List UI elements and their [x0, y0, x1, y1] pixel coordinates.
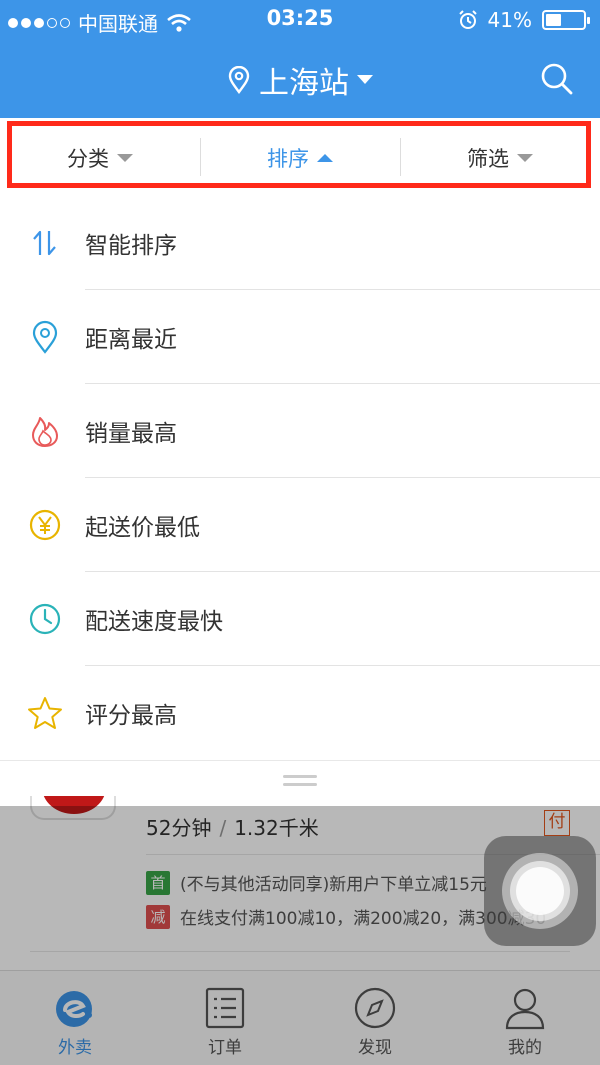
tab-sort-label: 排序: [267, 147, 309, 171]
shop-logo: [30, 796, 116, 820]
sort-option-label: 配送速度最快: [85, 609, 223, 635]
location-pin-icon: [26, 318, 64, 356]
sort-option-smart[interactable]: 智能排序: [0, 196, 600, 290]
alarm-icon: [458, 10, 477, 29]
assistive-touch-button[interactable]: [484, 836, 596, 946]
promo-text: (不与其他活动同享)新用户下单立减15元: [180, 875, 487, 895]
yen-coin-icon: [26, 506, 64, 544]
caret-down-icon: [517, 154, 533, 162]
sort-option-label: 智能排序: [85, 233, 177, 259]
tab-filter-label: 筛选: [467, 147, 509, 171]
promo-badge: 减: [146, 904, 170, 929]
header: 上海站: [0, 40, 600, 118]
order-list-icon: [205, 987, 245, 1029]
compass-icon: [354, 987, 396, 1029]
delivery-time: 52分钟: [146, 816, 212, 840]
drag-handle-icon: [283, 775, 317, 789]
tab-profile[interactable]: 我的: [450, 971, 600, 1065]
sort-option-sales[interactable]: 销量最高: [0, 384, 600, 478]
search-icon: [541, 63, 573, 95]
tab-filter[interactable]: 筛选: [400, 136, 600, 180]
tab-label: 我的: [508, 1038, 542, 1058]
sort-option-rating[interactable]: 评分最高: [0, 666, 600, 760]
promo-new-user: 首 (不与其他活动同享)新用户下单立减15元: [146, 870, 487, 895]
sort-option-label: 起送价最低: [85, 515, 200, 541]
divider: [30, 951, 570, 952]
caret-up-icon: [317, 154, 333, 162]
tab-orders[interactable]: 订单: [150, 971, 300, 1065]
sort-arrows-icon: [26, 224, 64, 262]
search-button[interactable]: [540, 62, 574, 100]
delivery-info: 52分钟/1.32千米: [146, 816, 319, 840]
top-bar: 中国联通 03:25 41% 上海站: [0, 0, 600, 118]
tab-category-label: 分类: [67, 147, 109, 171]
battery-icon: [542, 10, 590, 30]
delivery-distance: 1.32千米: [234, 816, 319, 840]
sort-option-label: 距离最近: [85, 327, 177, 353]
location-name: 上海站: [259, 66, 349, 101]
profile-icon: [505, 988, 545, 1030]
sort-menu: 智能排序 距离最近 销量最高 起送价最低 配送速度最快 评分最高: [0, 196, 600, 760]
tab-takeout[interactable]: 外卖: [0, 971, 150, 1065]
tab-discover[interactable]: 发现: [300, 971, 450, 1065]
eleme-logo-icon: [56, 991, 92, 1027]
sort-option-min-price[interactable]: 起送价最低: [0, 478, 600, 572]
status-bar: 中国联通 03:25 41%: [0, 0, 600, 40]
location-selector[interactable]: 上海站: [0, 58, 600, 102]
sort-option-label: 评分最高: [85, 703, 177, 729]
bottom-tab-bar: 外卖 订单 发现 我的: [0, 970, 600, 1065]
star-icon: [26, 694, 64, 732]
flame-icon: [26, 412, 64, 450]
location-pin-icon: [228, 66, 250, 94]
online-pay-badge: 付: [544, 810, 570, 836]
tab-label: 外卖: [58, 1038, 92, 1058]
sort-option-label: 销量最高: [85, 421, 177, 447]
tab-sort[interactable]: 排序: [200, 136, 400, 180]
promo-badge: 首: [146, 870, 170, 895]
caret-down-icon: [117, 154, 133, 162]
tab-label: 发现: [358, 1038, 392, 1058]
caret-down-icon: [357, 75, 373, 84]
tab-label: 订单: [208, 1038, 242, 1058]
tab-category[interactable]: 分类: [0, 136, 200, 180]
filter-bar: 分类 排序 筛选: [0, 118, 600, 196]
sort-option-distance[interactable]: 距离最近: [0, 290, 600, 384]
battery-percent: 41%: [487, 8, 532, 32]
sort-option-speed[interactable]: 配送速度最快: [0, 572, 600, 666]
clock-icon: [26, 600, 64, 638]
